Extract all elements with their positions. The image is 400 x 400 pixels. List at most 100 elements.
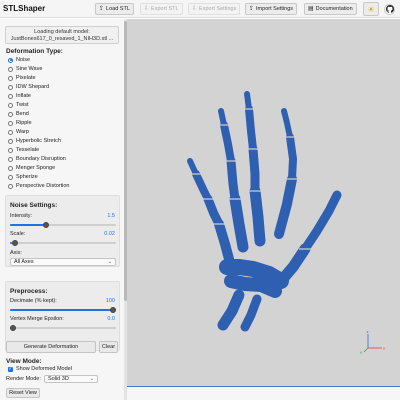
deformation-option-label: Ripple [16,120,32,126]
deformation-option-label: Bend [16,111,29,117]
deformation-option-menger-sponge[interactable]: Menger Sponge [8,164,55,172]
theme-toggle-button[interactable]: ☀ [363,2,379,16]
show-deformed-checkbox[interactable]: ✓ [8,367,13,372]
deformation-option-spherize[interactable]: Spherize [8,173,38,181]
intensity-label: Intensity: [10,213,33,219]
deformation-option-noise[interactable]: Noise [8,56,30,64]
radio-button[interactable] [8,138,13,144]
noise-settings-panel: Noise Settings: Intensity: 1.5 Scale: 0.… [5,195,120,267]
documentation-button[interactable]: ▤ Documentation [304,3,357,15]
axis-gizmo: z x y [360,329,385,355]
radio-button[interactable] [8,156,13,162]
render-mode-select[interactable]: Solid 3D ⌄ [44,375,98,383]
radio-button[interactable] [8,75,13,81]
intensity-value: 1.5 [107,213,115,219]
radio-button[interactable] [8,174,13,180]
radio-button[interactable] [8,147,13,153]
vertex-merge-label: Vertex Merge Epsilon: [10,316,64,322]
deformation-option-bend[interactable]: Bend [8,110,29,118]
app-title: STLShaper [3,4,46,13]
axis-y-label: y [360,350,362,355]
slider-handle[interactable] [10,325,16,331]
deformation-option-label: Pixelate [16,75,36,81]
deformation-option-label: Spherize [16,174,38,180]
deformation-option-label: Inflate [16,93,31,99]
deformation-option-label: Hyperbolic Stretch [16,138,61,144]
reset-view-button[interactable]: Reset View [6,388,40,398]
radio-button[interactable] [8,84,13,90]
vertex-merge-slider[interactable] [10,325,116,331]
radio-button[interactable] [8,66,13,72]
scale-label: Scale: [10,231,26,237]
deformation-option-label: IDW Shepard [16,84,50,90]
radio-button[interactable] [8,57,13,63]
chevron-down-icon: ⌄ [107,259,112,265]
deformation-option-perspective-distortion[interactable]: Perspective Distortion [8,182,70,190]
deformation-option-label: Boundary Disruption [16,156,66,162]
decimate-value: 100 [105,298,115,304]
deformation-option-label: Noise [16,57,31,63]
deformation-option-label: Tesselate [16,147,40,153]
export-settings-button[interactable]: ⇩ Export Settings [188,3,241,15]
noise-settings-title: Noise Settings: [10,202,58,209]
import-settings-button[interactable]: ⇪ Import Settings [245,3,298,15]
github-link[interactable] [382,2,397,16]
radio-button[interactable] [8,129,13,135]
deformation-option-twist[interactable]: Twist [8,101,29,109]
decimate-slider[interactable] [10,307,116,313]
slider-handle[interactable] [12,240,18,246]
vertex-merge-value: 0.0 [107,316,115,322]
download-icon: ⇩ [192,6,198,12]
clear-button[interactable]: Clear [99,341,118,353]
deformation-option-pixelate[interactable]: Pixelate [8,74,36,82]
axis-select[interactable]: All Axes ⌄ [10,258,116,266]
axis-label: Axis: [10,250,22,256]
render-mode-label: Render Mode: [6,376,41,382]
preprocess-title: Preprocess: [10,288,48,295]
radio-button[interactable] [8,102,13,108]
decimate-label: Decimate (% kept): [10,298,57,304]
export-stl-button[interactable]: ⇩ Export STL [140,3,183,15]
radio-button[interactable] [8,120,13,126]
top-toolbar: STLShaper ⇪ Load STL ⇩ Export STL ⇩ Expo… [0,0,400,18]
view-mode-title: View Mode: [6,358,42,365]
model-status: Loading default model: JustBones617_0_re… [5,26,119,44]
deformation-type-title: Deformation Type: [6,48,63,55]
viewport-footer [127,387,400,400]
deformation-option-label: Warp [16,129,29,135]
deformation-option-ripple[interactable]: Ripple [8,119,32,127]
slider-handle[interactable] [43,222,49,228]
deformation-option-boundary-disruption[interactable]: Boundary Disruption [8,155,66,163]
radio-button[interactable] [8,183,13,189]
download-icon: ⇩ [144,6,150,12]
radio-button[interactable] [8,111,13,117]
deformation-option-inflate[interactable]: Inflate [8,92,31,100]
scale-slider[interactable] [10,240,116,246]
deformation-option-idw-shepard[interactable]: IDW Shepard [8,83,49,91]
deformation-option-warp[interactable]: Warp [8,128,29,136]
sun-icon: ☀ [367,4,375,14]
radio-button[interactable] [8,93,13,99]
show-deformed-label: Show Deformed Model [16,366,72,372]
deformation-option-label: Sine Wave [16,66,43,72]
intensity-slider[interactable] [10,222,116,228]
deformation-option-label: Twist [16,102,29,108]
upload-icon: ⇪ [249,6,255,12]
sidebar: Loading default model: JustBones617_0_re… [0,19,125,400]
book-icon: ▤ [308,6,314,12]
slider-handle[interactable] [110,307,116,313]
github-icon [384,3,395,15]
deformation-option-tesselate[interactable]: Tesselate [8,146,39,154]
radio-button[interactable] [8,165,13,171]
upload-icon: ⇪ [99,6,105,12]
scale-value: 0.02 [104,231,115,237]
deformation-option-hyperbolic-stretch[interactable]: Hyperbolic Stretch [8,137,61,145]
chevron-down-icon: ⌄ [89,376,94,382]
load-stl-button[interactable]: ⇪ Load STL [95,3,134,15]
generate-deformation-button[interactable]: Generate Deformation [6,341,96,353]
axis-z-label: z [367,329,369,334]
deformation-option-label: Menger Sponge [16,165,56,171]
deformation-option-sine-wave[interactable]: Sine Wave [8,65,42,73]
axis-x-label: x [383,346,385,351]
deformation-option-label: Perspective Distortion [16,183,70,189]
